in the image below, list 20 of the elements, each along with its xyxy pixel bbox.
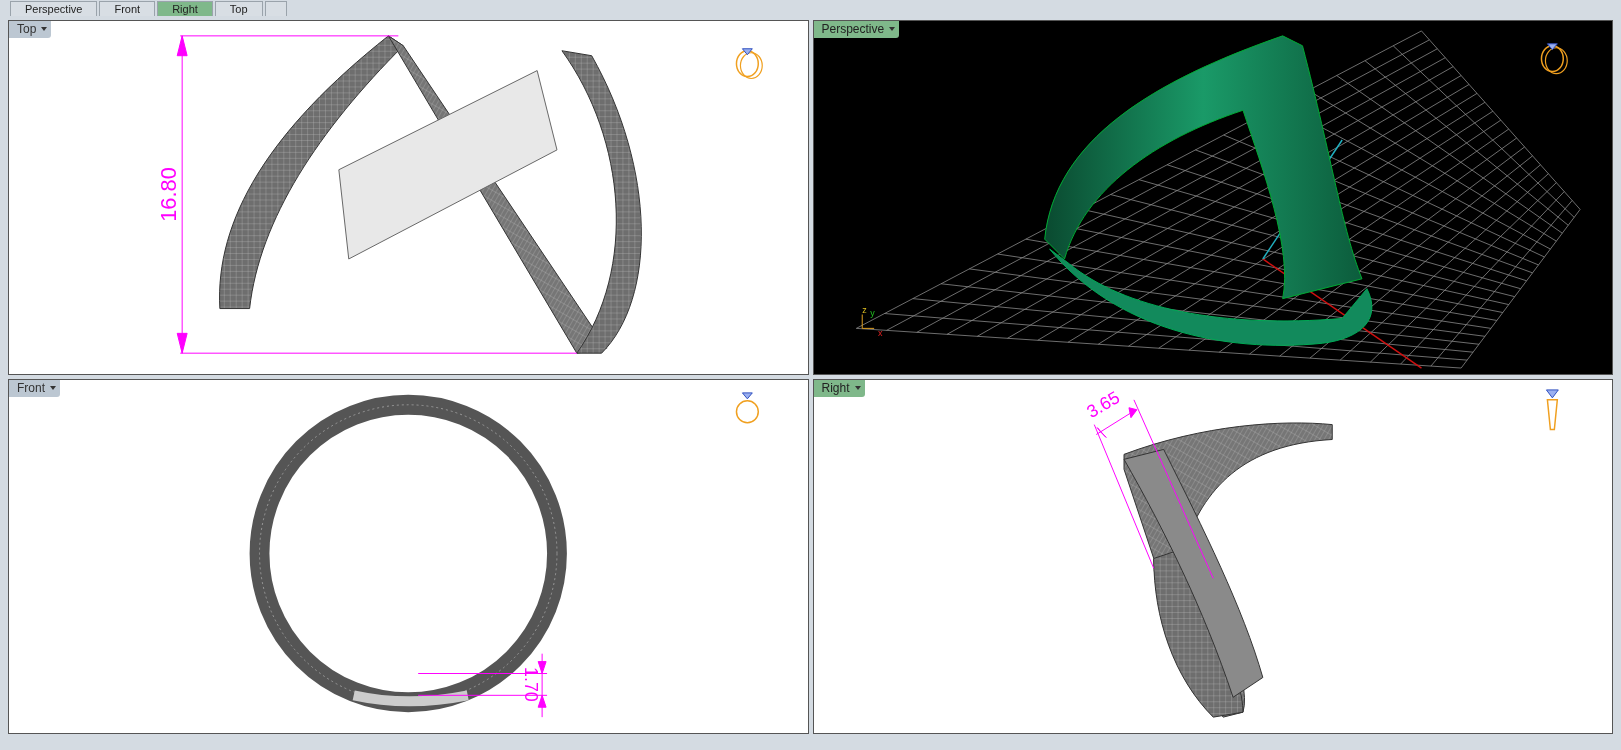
ring-icon <box>1545 389 1559 431</box>
ring-icon <box>1540 43 1568 75</box>
dimension-label: 1.70 <box>521 667 542 702</box>
viewport-label[interactable]: Front <box>9 380 60 397</box>
viewport-tab[interactable]: Right <box>157 1 213 16</box>
caret-icon <box>888 25 897 33</box>
viewport-tab[interactable]: Front <box>99 1 156 16</box>
viewport-label[interactable]: Perspective <box>813 21 900 38</box>
caret-icon <box>40 25 49 33</box>
viewport-label[interactable]: Top <box>9 21 52 38</box>
dimension-label: 16.80 <box>156 167 182 222</box>
caret-icon <box>49 384 57 392</box>
viewport-tab[interactable]: Perspective <box>10 1 98 16</box>
new-tab-button[interactable] <box>264 1 287 16</box>
caret-icon <box>853 384 862 392</box>
ring-icon <box>735 392 760 424</box>
viewport-tab[interactable]: Top <box>214 1 263 16</box>
dimension-label: 3.65 <box>1082 387 1123 422</box>
ring-icon <box>735 48 763 80</box>
viewport-label[interactable]: Right <box>813 380 865 397</box>
